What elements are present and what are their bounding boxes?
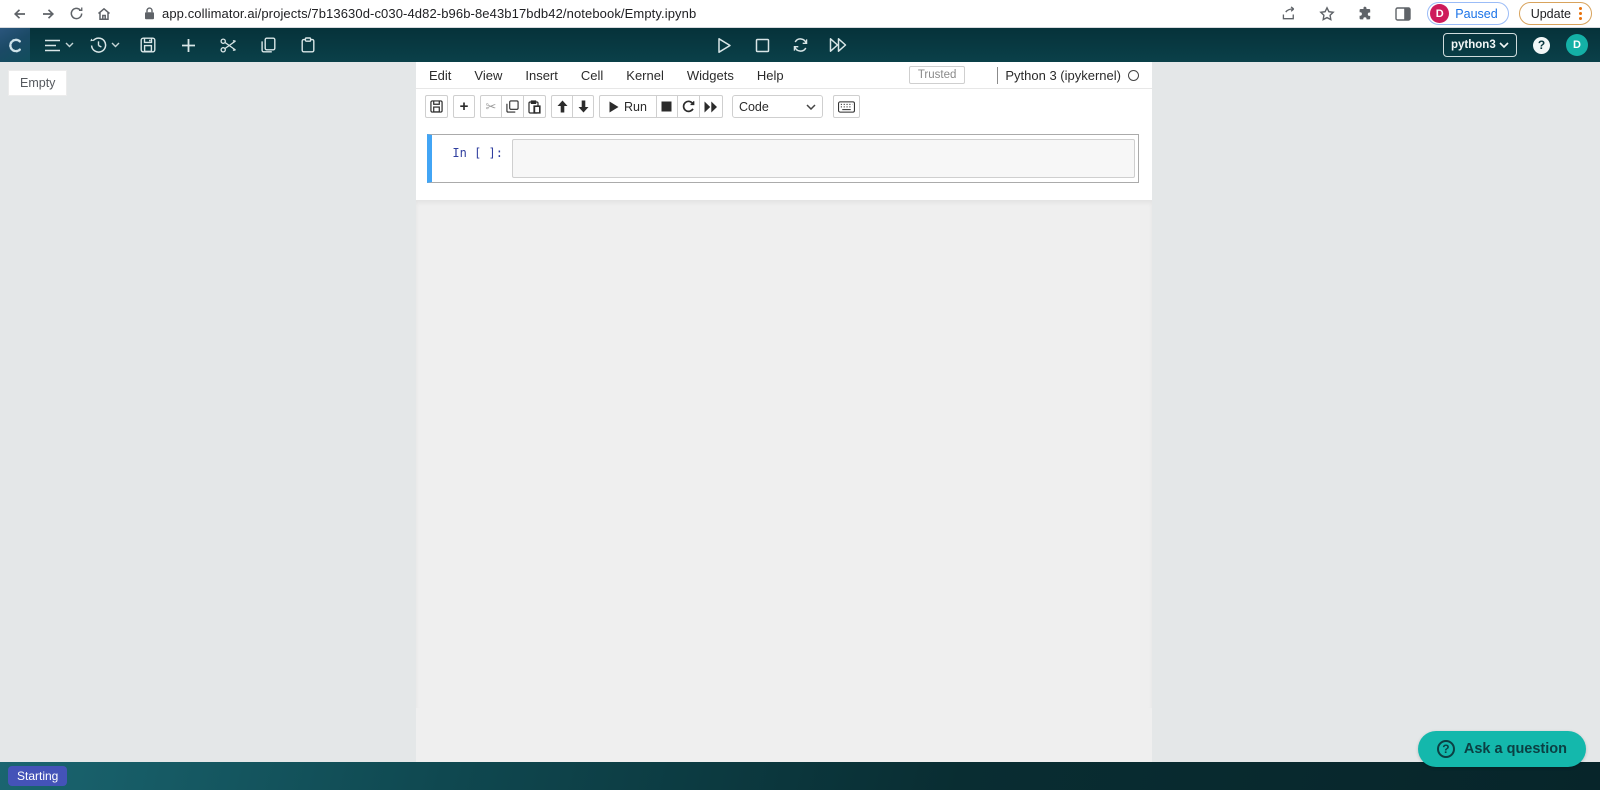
url-text: app.collimator.ai/projects/7b13630d-c030… [162,6,696,21]
add-icon[interactable] [176,33,200,57]
question-mark-icon: ? [1437,740,1455,758]
restart-run-all-button[interactable] [699,95,723,118]
menu-kernel[interactable]: Kernel [626,68,664,83]
status-bar: Starting [0,762,1600,790]
trusted-badge: Trusted [909,66,966,84]
code-cell[interactable]: In [ ]: [427,134,1139,183]
secure-lock-icon [144,7,155,20]
run-simulation-icon[interactable] [712,33,736,57]
cell-prompt: In [ ]: [432,139,512,178]
back-icon[interactable] [6,2,34,26]
cell-code-input[interactable] [512,139,1135,178]
kernel-select-value: python3 [1451,39,1496,51]
app-toolbar: python3 ? D [0,28,1600,62]
move-cell-up-button[interactable] [551,95,573,118]
project-menu-button[interactable] [44,39,74,52]
collimator-logo[interactable] [0,28,30,62]
cut-icon[interactable] [216,33,240,57]
simulation-history-button[interactable] [90,37,120,54]
update-label: Update [1531,7,1571,21]
save-checkpoint-button[interactable] [425,95,448,118]
user-avatar[interactable]: D [1566,34,1588,56]
rerun-simulation-icon[interactable] [788,33,812,57]
help-button[interactable]: ? [1533,37,1550,54]
save-icon[interactable] [136,33,160,57]
notebook-toolbar: + ✂ [416,89,1152,123]
run-label: Run [624,100,647,114]
bookmark-star-icon[interactable] [1313,2,1341,26]
kernel-select-dropdown[interactable]: python3 [1443,33,1517,57]
cell-type-dropdown[interactable]: Code [732,95,823,118]
menu-help[interactable]: Help [757,68,784,83]
side-panel-icon[interactable] [1389,2,1417,26]
content-area: Empty Edit View Insert Cell Kernel Widge… [0,62,1600,762]
ask-a-question-label: Ask a question [1464,741,1567,757]
insert-cell-below-button[interactable]: + [453,95,475,118]
notebook-frame: Edit View Insert Cell Kernel Widgets Hel… [416,62,1152,762]
copy-cell-button[interactable] [501,95,524,118]
extensions-icon[interactable] [1351,2,1379,26]
menu-insert[interactable]: Insert [525,68,558,83]
home-icon[interactable] [90,2,118,26]
copy-icon[interactable] [256,33,280,57]
reload-icon[interactable] [62,2,90,26]
notebook-menubar: Edit View Insert Cell Kernel Widgets Hel… [416,62,1152,89]
menu-cell[interactable]: Cell [581,68,603,83]
restart-kernel-button[interactable] [677,95,700,118]
browser-toolbar: app.collimator.ai/projects/7b13630d-c030… [0,0,1600,28]
paste-cell-button[interactable] [523,95,546,118]
paste-icon[interactable] [296,33,320,57]
run-cell-button[interactable]: Run [599,95,657,118]
cell-type-value: Code [739,100,769,114]
address-bar[interactable]: app.collimator.ai/projects/7b13630d-c030… [144,6,1269,21]
browser-update-menu[interactable]: Update [1519,2,1592,25]
interrupt-kernel-button[interactable] [656,95,678,118]
kernel-idle-indicator-icon [1128,70,1139,81]
browser-menu-icon[interactable] [1579,7,1582,20]
fast-forward-icon[interactable] [826,33,850,57]
stop-simulation-icon[interactable] [750,33,774,57]
forward-icon[interactable] [34,2,62,26]
profile-avatar: D [1430,4,1449,23]
notebook-background [416,200,1152,708]
simulation-status-badge: Starting [8,766,67,786]
share-icon[interactable] [1275,2,1303,26]
menu-view[interactable]: View [474,68,502,83]
notebook-tab-empty[interactable]: Empty [8,70,67,96]
cut-cell-button[interactable]: ✂ [480,95,502,118]
divider [997,67,998,84]
command-palette-button[interactable] [833,95,860,118]
move-cell-down-button[interactable] [572,95,594,118]
browser-profile-chip[interactable]: D Paused [1427,2,1508,25]
menu-edit[interactable]: Edit [429,68,451,83]
ask-a-question-button[interactable]: ? Ask a question [1418,731,1586,767]
menu-widgets[interactable]: Widgets [687,68,734,83]
kernel-name-label[interactable]: Python 3 (ipykernel) [1005,68,1121,83]
sync-paused-label: Paused [1455,7,1497,21]
